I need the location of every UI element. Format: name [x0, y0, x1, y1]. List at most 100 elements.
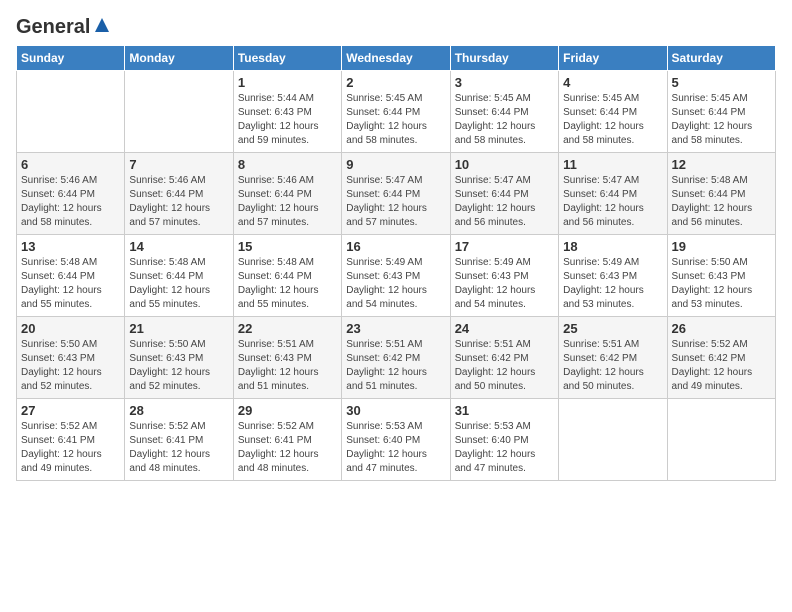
calendar-cell: 6 Sunrise: 5:46 AM Sunset: 6:44 PM Daylig…	[17, 153, 125, 235]
calendar-cell: 22Sunrise: 5:51 AM Sunset: 6:43 PM Dayli…	[233, 317, 341, 399]
calendar-cell: 25 Sunrise: 5:51 AM Sunset: 6:42 PM Dayli…	[559, 317, 667, 399]
calendar-cell: 28 Sunrise: 5:52 AM Sunset: 6:41 PM Dayli…	[125, 399, 233, 481]
day-header-saturday: Saturday	[667, 46, 775, 71]
cell-info: Sunrise: 5:53 AM Sunset: 6:40 PM Dayligh…	[455, 420, 554, 476]
cell-info: Sunrise: 5:48 AM Sunset: 6:44 PM Dayligh…	[238, 256, 337, 312]
day-header-wednesday: Wednesday	[342, 46, 450, 71]
day-number: 6	[21, 157, 120, 172]
cell-info: Sunrise: 5:47 AM Sunset: 6:44 PM Dayligh…	[346, 174, 445, 230]
cell-info: Sunrise: 5:45 AM Sunset: 6:44 PM Dayligh…	[346, 92, 445, 148]
day-number: 27	[21, 403, 120, 418]
day-number: 20	[21, 321, 120, 336]
day-number: 4	[563, 75, 662, 90]
day-number: 8	[238, 157, 337, 172]
calendar-cell: 16 Sunrise: 5:49 AM Sunset: 6:43 PM Dayli…	[342, 235, 450, 317]
calendar-cell: 14 Sunrise: 5:48 AM Sunset: 6:44 PM Dayli…	[125, 235, 233, 317]
cell-info: Sunrise: 5:53 AM Sunset: 6:40 PM Dayligh…	[346, 420, 445, 476]
cell-info: Sunrise: 5:48 AM Sunset: 6:44 PM Dayligh…	[672, 174, 771, 230]
calendar-cell: 5 Sunrise: 5:45 AM Sunset: 6:44 PM Daylig…	[667, 71, 775, 153]
calendar-cell	[559, 399, 667, 481]
day-header-friday: Friday	[559, 46, 667, 71]
calendar-cell: 21 Sunrise: 5:50 AM Sunset: 6:43 PM Dayli…	[125, 317, 233, 399]
cell-info: Sunrise: 5:52 AM Sunset: 6:41 PM Dayligh…	[238, 420, 337, 476]
day-number: 5	[672, 75, 771, 90]
calendar-cell: 3 Sunrise: 5:45 AM Sunset: 6:44 PM Daylig…	[450, 71, 558, 153]
calendar-cell: 27 Sunrise: 5:52 AM Sunset: 6:41 PM Dayli…	[17, 399, 125, 481]
calendar-table: SundayMondayTuesdayWednesdayThursdayFrid…	[16, 45, 776, 481]
calendar-cell: 15 Sunrise: 5:48 AM Sunset: 6:44 PM Dayli…	[233, 235, 341, 317]
header: General	[16, 16, 776, 39]
cell-info: Sunrise: 5:44 AM Sunset: 6:43 PM Dayligh…	[238, 92, 337, 148]
day-number: 17	[455, 239, 554, 254]
calendar-cell: 19Sunrise: 5:50 AM Sunset: 6:43 PM Dayli…	[667, 235, 775, 317]
cell-info: Sunrise: 5:52 AM Sunset: 6:41 PM Dayligh…	[129, 420, 228, 476]
day-number: 28	[129, 403, 228, 418]
calendar-cell: 29 Sunrise: 5:52 AM Sunset: 6:41 PM Dayli…	[233, 399, 341, 481]
cell-info: Sunrise: 5:45 AM Sunset: 6:44 PM Dayligh…	[672, 92, 771, 148]
calendar-cell: 12Sunrise: 5:48 AM Sunset: 6:44 PM Dayli…	[667, 153, 775, 235]
day-number: 18	[563, 239, 662, 254]
week-row-5: 27 Sunrise: 5:52 AM Sunset: 6:41 PM Dayli…	[17, 399, 776, 481]
calendar-cell: 1 Sunrise: 5:44 AM Sunset: 6:43 PM Daylig…	[233, 71, 341, 153]
cell-info: Sunrise: 5:50 AM Sunset: 6:43 PM Dayligh…	[129, 338, 228, 394]
cell-info: Sunrise: 5:46 AM Sunset: 6:44 PM Dayligh…	[129, 174, 228, 230]
cell-info: Sunrise: 5:45 AM Sunset: 6:44 PM Dayligh…	[563, 92, 662, 148]
cell-info: Sunrise: 5:49 AM Sunset: 6:43 PM Dayligh…	[346, 256, 445, 312]
cell-info: Sunrise: 5:48 AM Sunset: 6:44 PM Dayligh…	[129, 256, 228, 312]
calendar-cell: 31 Sunrise: 5:53 AM Sunset: 6:40 PM Dayli…	[450, 399, 558, 481]
calendar-cell	[667, 399, 775, 481]
logo-general-text: General	[16, 16, 90, 39]
calendar-cell	[17, 71, 125, 153]
day-number: 21	[129, 321, 228, 336]
cell-info: Sunrise: 5:51 AM Sunset: 6:42 PM Dayligh…	[346, 338, 445, 394]
calendar-body: 1 Sunrise: 5:44 AM Sunset: 6:43 PM Daylig…	[17, 71, 776, 481]
calendar-cell: 30 Sunrise: 5:53 AM Sunset: 6:40 PM Dayli…	[342, 399, 450, 481]
cell-info: Sunrise: 5:52 AM Sunset: 6:42 PM Dayligh…	[672, 338, 771, 394]
day-number: 25	[563, 321, 662, 336]
day-number: 26	[672, 321, 771, 336]
cell-info: Sunrise: 5:46 AM Sunset: 6:44 PM Dayligh…	[21, 174, 120, 230]
day-number: 29	[238, 403, 337, 418]
day-number: 1	[238, 75, 337, 90]
calendar-cell: 17Sunrise: 5:49 AM Sunset: 6:43 PM Dayli…	[450, 235, 558, 317]
day-header-thursday: Thursday	[450, 46, 558, 71]
cell-info: Sunrise: 5:49 AM Sunset: 6:43 PM Dayligh…	[563, 256, 662, 312]
calendar-cell: 18 Sunrise: 5:49 AM Sunset: 6:43 PM Dayli…	[559, 235, 667, 317]
day-header-sunday: Sunday	[17, 46, 125, 71]
day-number: 13	[21, 239, 120, 254]
cell-info: Sunrise: 5:47 AM Sunset: 6:44 PM Dayligh…	[455, 174, 554, 230]
calendar-header: SundayMondayTuesdayWednesdayThursdayFrid…	[17, 46, 776, 71]
day-number: 15	[238, 239, 337, 254]
cell-info: Sunrise: 5:50 AM Sunset: 6:43 PM Dayligh…	[21, 338, 120, 394]
cell-info: Sunrise: 5:51 AM Sunset: 6:42 PM Dayligh…	[563, 338, 662, 394]
day-number: 24	[455, 321, 554, 336]
calendar-cell: 4 Sunrise: 5:45 AM Sunset: 6:44 PM Daylig…	[559, 71, 667, 153]
calendar-cell: 8Sunrise: 5:46 AM Sunset: 6:44 PM Daylig…	[233, 153, 341, 235]
calendar-cell: 11 Sunrise: 5:47 AM Sunset: 6:44 PM Dayli…	[559, 153, 667, 235]
calendar-cell: 26 Sunrise: 5:52 AM Sunset: 6:42 PM Dayli…	[667, 317, 775, 399]
day-number: 2	[346, 75, 445, 90]
cell-info: Sunrise: 5:45 AM Sunset: 6:44 PM Dayligh…	[455, 92, 554, 148]
week-row-1: 1 Sunrise: 5:44 AM Sunset: 6:43 PM Daylig…	[17, 71, 776, 153]
cell-info: Sunrise: 5:47 AM Sunset: 6:44 PM Dayligh…	[563, 174, 662, 230]
day-number: 9	[346, 157, 445, 172]
day-number: 7	[129, 157, 228, 172]
day-number: 16	[346, 239, 445, 254]
day-number: 10	[455, 157, 554, 172]
day-number: 14	[129, 239, 228, 254]
day-header-monday: Monday	[125, 46, 233, 71]
day-number: 31	[455, 403, 554, 418]
week-row-2: 6 Sunrise: 5:46 AM Sunset: 6:44 PM Daylig…	[17, 153, 776, 235]
day-header-tuesday: Tuesday	[233, 46, 341, 71]
cell-info: Sunrise: 5:51 AM Sunset: 6:42 PM Dayligh…	[455, 338, 554, 394]
cell-info: Sunrise: 5:52 AM Sunset: 6:41 PM Dayligh…	[21, 420, 120, 476]
day-number: 30	[346, 403, 445, 418]
calendar-cell: 13Sunrise: 5:48 AM Sunset: 6:44 PM Dayli…	[17, 235, 125, 317]
day-number: 3	[455, 75, 554, 90]
calendar-cell: 2 Sunrise: 5:45 AM Sunset: 6:44 PM Daylig…	[342, 71, 450, 153]
calendar-cell: 10 Sunrise: 5:47 AM Sunset: 6:44 PM Dayli…	[450, 153, 558, 235]
calendar-cell: 20 Sunrise: 5:50 AM Sunset: 6:43 PM Dayli…	[17, 317, 125, 399]
day-number: 11	[563, 157, 662, 172]
calendar-cell: 24 Sunrise: 5:51 AM Sunset: 6:42 PM Dayli…	[450, 317, 558, 399]
calendar-cell: 23Sunrise: 5:51 AM Sunset: 6:42 PM Dayli…	[342, 317, 450, 399]
